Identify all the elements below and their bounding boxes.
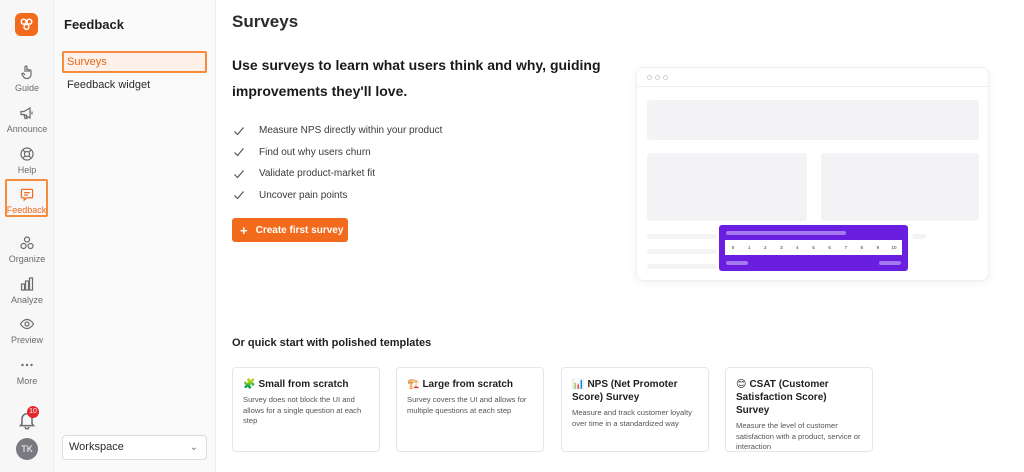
puzzle-icon: 🧩	[243, 379, 256, 390]
create-first-survey-button[interactable]: + Create first survey	[232, 218, 348, 242]
template-card-nps[interactable]: 📊 NPS (Net Promoter Score) Survey Measure…	[561, 367, 709, 452]
rail-label: Announce	[6, 124, 48, 134]
megaphone-icon	[20, 106, 33, 120]
feedback-sidebar: Feedback Surveys Feedback widget Workspa…	[54, 0, 216, 472]
rail-label: Feedback	[6, 205, 47, 215]
placeholder-line	[647, 264, 717, 269]
workspace-select[interactable]: Workspace ⌄	[62, 435, 207, 460]
check-icon	[234, 169, 244, 179]
rail-label: Help	[17, 165, 37, 175]
placeholder-line	[912, 234, 926, 239]
nps-option: 8	[860, 245, 864, 250]
lifebuoy-icon	[20, 147, 34, 161]
main-content: Surveys Use surveys to learn what users …	[216, 0, 1024, 472]
organize-icon	[20, 236, 34, 250]
sidebar-title: Feedback	[64, 17, 124, 32]
rail-item-guide[interactable]: Guide	[0, 64, 54, 93]
rail-item-organize[interactable]: Organize	[0, 235, 54, 264]
benefit-text: Uncover pain points	[259, 189, 348, 201]
hand-pointer-icon	[21, 65, 32, 80]
rail-label: Analyze	[10, 295, 44, 305]
more-dots-icon	[21, 363, 33, 367]
template-title: 🧩 Small from scratch	[243, 379, 349, 390]
nps-option: 10	[891, 245, 897, 250]
rail-item-announce[interactable]: Announce	[0, 105, 54, 134]
list-item: Find out why users churn	[233, 142, 442, 164]
chevron-down-icon: ⌄	[189, 442, 198, 453]
chart-icon: 📊	[572, 379, 585, 390]
sidebar-item-feedback-widget[interactable]: Feedback widget	[62, 75, 207, 97]
rail-label: Organize	[8, 254, 46, 264]
cta-label: Create first survey	[255, 224, 344, 236]
template-desc: Measure and track customer loyalty over …	[572, 408, 692, 428]
placeholder-block	[647, 100, 979, 140]
placeholder-line	[647, 234, 717, 239]
template-desc: Survey does not block the UI and allows …	[243, 395, 362, 425]
rail-item-help[interactable]: Help	[0, 146, 54, 175]
rail-label: More	[16, 376, 38, 386]
logo-icon	[20, 18, 33, 31]
app-logo[interactable]	[15, 13, 38, 36]
template-desc: Measure the level of customer satisfacti…	[736, 421, 861, 451]
template-card-large-from-scratch[interactable]: 🏗️ Large from scratch Survey covers the U…	[396, 367, 544, 452]
rail-item-analyze[interactable]: Analyze	[0, 276, 54, 305]
rail-item-preview[interactable]: Preview	[0, 316, 54, 345]
benefits-list: Measure NPS directly within your product…	[233, 120, 442, 206]
benefit-text: Measure NPS directly within your product	[259, 125, 443, 137]
plus-icon: +	[240, 222, 248, 238]
nps-option: 1	[747, 245, 751, 250]
list-item: Validate product-market fit	[233, 163, 442, 185]
nps-option: 7	[844, 245, 847, 250]
placeholder-line	[647, 249, 717, 254]
nps-scale: 0 1 2 3 4 5 6 7 8 9 10	[725, 240, 902, 255]
workspace-label: Workspace	[69, 441, 124, 453]
benefit-text: Validate product-market fit	[259, 168, 375, 180]
nps-option: 3	[780, 245, 783, 250]
template-title: 🏗️ Large from scratch	[407, 379, 514, 390]
check-icon	[234, 126, 244, 136]
template-title: 📊 NPS (Net Promoter Score) Survey	[572, 379, 678, 403]
hero-heading: Use surveys to learn what users think an…	[232, 57, 601, 99]
templates-heading: Or quick start with polished templates	[232, 337, 432, 349]
notification-badge: 10	[27, 406, 39, 418]
nps-option: 0	[731, 245, 735, 250]
avatar[interactable]: TK	[16, 438, 38, 460]
check-icon	[234, 191, 244, 200]
rail-label: Preview	[10, 335, 43, 345]
benefit-text: Find out why users churn	[259, 146, 371, 158]
page-title: Surveys	[232, 12, 299, 31]
nps-option: 5	[812, 245, 815, 250]
smiley-icon: 😊	[736, 379, 747, 390]
template-title: 😊 CSAT (Customer Satisfaction Score) Surv…	[736, 379, 829, 416]
nps-option: 9	[876, 245, 880, 250]
rail-item-feedback[interactable]: Feedback	[5, 179, 48, 217]
nps-option: 4	[796, 245, 799, 250]
window-dots	[647, 75, 668, 80]
rail-item-more[interactable]: More	[0, 357, 54, 386]
list-item: Measure NPS directly within your product	[233, 120, 442, 142]
template-card-small-from-scratch[interactable]: 🧩 Small from scratch Survey does not bloc…	[232, 367, 380, 452]
list-item: Uncover pain points	[233, 185, 442, 207]
rail-label: Guide	[14, 83, 40, 93]
template-card-csat[interactable]: 😊 CSAT (Customer Satisfaction Score) Surv…	[725, 367, 873, 452]
feedback-icon	[20, 188, 33, 202]
nps-option: 6	[828, 245, 831, 250]
survey-illustration: 0 1 2 3 4 5 6 7 8 9 10	[636, 67, 989, 281]
nps-option: 2	[763, 245, 767, 250]
placeholder-block	[647, 153, 807, 221]
template-desc: Survey covers the UI and allows for mult…	[407, 395, 527, 415]
primary-nav-rail: Guide Announce Help Feedback Organize An…	[0, 0, 54, 472]
placeholder-block	[821, 153, 979, 221]
bar-chart-icon	[20, 277, 34, 291]
nps-survey-card: 0 1 2 3 4 5 6 7 8 9 10	[719, 225, 908, 271]
sidebar-item-surveys[interactable]: Surveys	[62, 51, 207, 73]
eye-icon	[19, 318, 35, 330]
check-icon	[234, 148, 244, 157]
construction-icon: 🏗️	[407, 379, 420, 390]
